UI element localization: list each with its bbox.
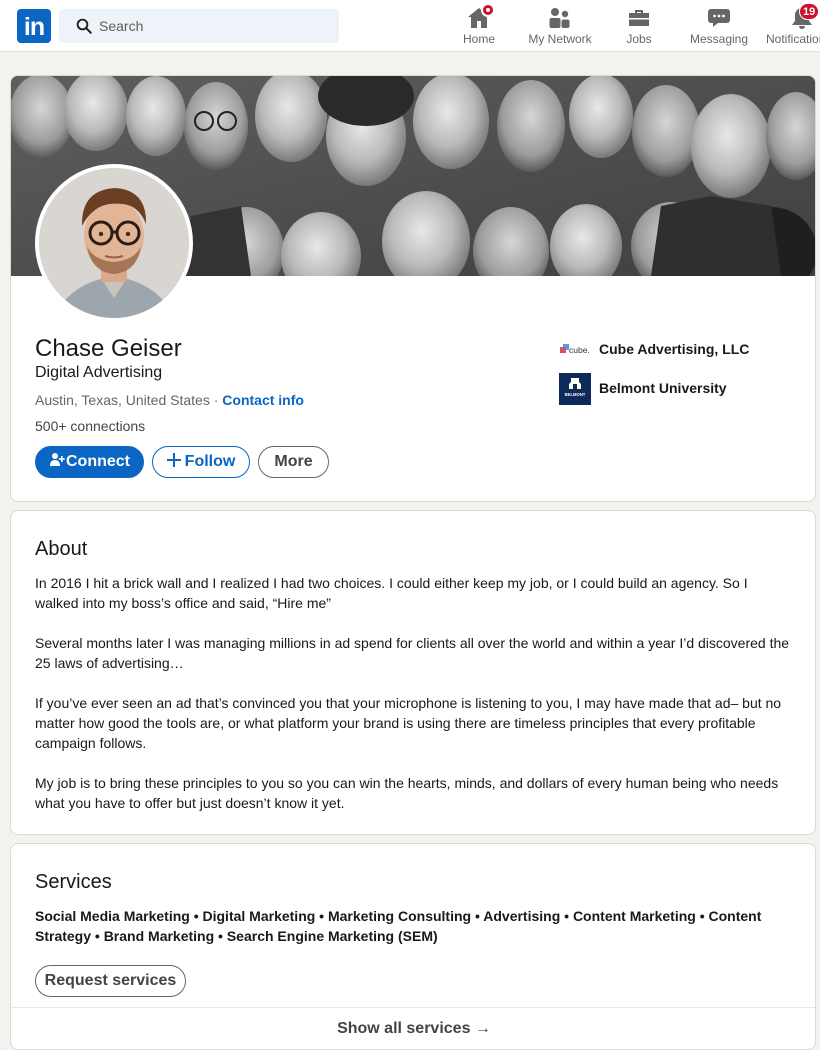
services-title: Services — [35, 871, 112, 893]
about-section: About In 2016 I hit a brick wall and I r… — [10, 510, 816, 835]
follow-button-label: Follow — [184, 453, 236, 470]
company-name: Cube Advertising, LLC — [599, 341, 750, 357]
briefcase-icon — [629, 10, 649, 26]
more-button[interactable]: More — [258, 446, 329, 478]
avatar-portrait — [39, 168, 189, 318]
about-title: About — [35, 538, 88, 560]
cube-advertising-logo: cube. — [560, 344, 590, 355]
belmont-university-logo: BELMONT — [559, 373, 591, 405]
nav-item-messaging[interactable]: Messaging — [684, 0, 754, 52]
linkedin-logo[interactable]: in — [17, 9, 51, 43]
profile-location: Austin, Texas, United States — [35, 392, 210, 408]
about-paragraph: Several months later I was managing mill… — [35, 635, 790, 671]
contact-info-link[interactable]: Contact info — [222, 392, 304, 408]
cube-logo-text: cube. — [569, 345, 590, 355]
top-navigation-bar: in Home My Network Jobs — [0, 0, 820, 52]
network-icon — [549, 8, 570, 28]
connect-button-label: Connect — [66, 453, 130, 470]
school-name: Belmont University — [599, 380, 727, 396]
nav-label-notifications: Notifications — [766, 32, 820, 46]
show-all-services-button[interactable]: Show all services → — [11, 1007, 815, 1049]
profile-name: Chase Geiser — [35, 335, 182, 362]
home-notification-dot — [481, 3, 495, 17]
nav-label-my-network: My Network — [528, 32, 592, 46]
nav-item-jobs[interactable]: Jobs — [614, 0, 664, 52]
nav-item-my-network[interactable]: My Network — [522, 0, 598, 52]
search-box[interactable] — [59, 9, 339, 43]
plus-icon — [166, 453, 181, 467]
nav-label-home: Home — [462, 32, 495, 46]
about-paragraph: In 2016 I hit a brick wall and I realize… — [35, 575, 748, 611]
search-icon — [76, 18, 92, 34]
nav-item-home[interactable]: Home — [454, 0, 504, 52]
request-services-button[interactable]: Request services — [35, 965, 186, 997]
connect-button[interactable]: Connect — [35, 446, 144, 478]
about-paragraph: If you’ve ever seen an ad that’s convinc… — [35, 695, 782, 751]
connections-count[interactable]: 500+ connections — [35, 418, 145, 434]
location-separator: · — [209, 392, 223, 408]
profile-headline: Digital Advertising — [35, 364, 163, 381]
notification-count-badge: 19 — [799, 3, 820, 20]
follow-button[interactable]: Follow — [152, 446, 250, 478]
nav-item-notifications[interactable]: 19 Notifications — [764, 0, 820, 52]
about-paragraph: My job is to bring these principles to y… — [35, 775, 779, 811]
request-services-label: Request services — [44, 972, 177, 989]
profile-location-line: Austin, Texas, United States · Contact i… — [35, 392, 304, 408]
services-section: Services Social Media Marketing • Digita… — [10, 843, 816, 1050]
services-list: Social Media Marketing • Digital Marketi… — [35, 908, 762, 944]
add-person-icon — [50, 453, 65, 466]
nav-label-messaging: Messaging — [689, 32, 749, 46]
belmont-logo-text: BELMONT — [565, 392, 586, 397]
profile-avatar[interactable] — [35, 164, 193, 322]
search-input[interactable] — [99, 9, 329, 43]
nav-label-jobs: Jobs — [626, 32, 652, 46]
messaging-icon — [708, 9, 730, 27]
profile-card: Chase Geiser Digital Advertising Austin,… — [10, 75, 816, 502]
about-text: In 2016 I hit a brick wall and I realize… — [35, 573, 795, 833]
more-button-label: More — [274, 453, 313, 470]
